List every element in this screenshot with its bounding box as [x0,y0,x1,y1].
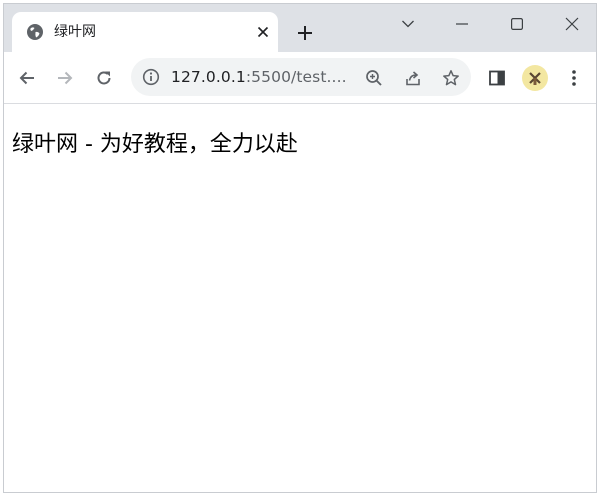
globe-icon [26,23,44,41]
site-info-icon[interactable] [141,67,161,87]
new-tab-button[interactable] [291,19,319,47]
back-arrow-icon[interactable] [13,64,41,92]
maximize-icon[interactable] [495,10,539,38]
close-window-icon[interactable] [550,10,594,38]
address-bar[interactable]: 127.0.0.1:5500/test.... [131,58,471,96]
windmill-icon [529,72,541,85]
tab-title: 绿叶网 [54,24,96,40]
share-icon[interactable] [402,67,424,89]
tab-search-chevron-icon[interactable] [386,10,430,38]
side-panel-icon[interactable] [483,64,511,92]
browser-toolbar: 127.0.0.1:5500/test.... [4,52,596,104]
forward-arrow-icon[interactable] [51,64,79,92]
url-text[interactable]: 127.0.0.1:5500/test.... [171,68,347,86]
bookmark-star-icon[interactable] [440,67,462,89]
close-tab-icon[interactable] [252,21,274,43]
more-menu-icon[interactable] [560,64,588,92]
url-path: :5500/test.... [245,68,347,86]
minimize-icon[interactable] [440,10,484,38]
profile-avatar[interactable] [522,65,548,91]
tab-strip: 绿叶网 [4,4,596,52]
browser-window: 绿叶网 127.0.0.1:5500/test.... 绿叶网 - 为好教程，全… [3,3,597,493]
page-content: 绿叶网 - 为好教程，全力以赴 [4,104,596,492]
page-heading-text: 绿叶网 - 为好教程，全力以赴 [12,132,298,157]
zoom-icon[interactable] [363,67,385,89]
url-host: 127.0.0.1 [171,68,246,86]
tab-active[interactable]: 绿叶网 [12,12,278,52]
reload-icon[interactable] [90,64,118,92]
